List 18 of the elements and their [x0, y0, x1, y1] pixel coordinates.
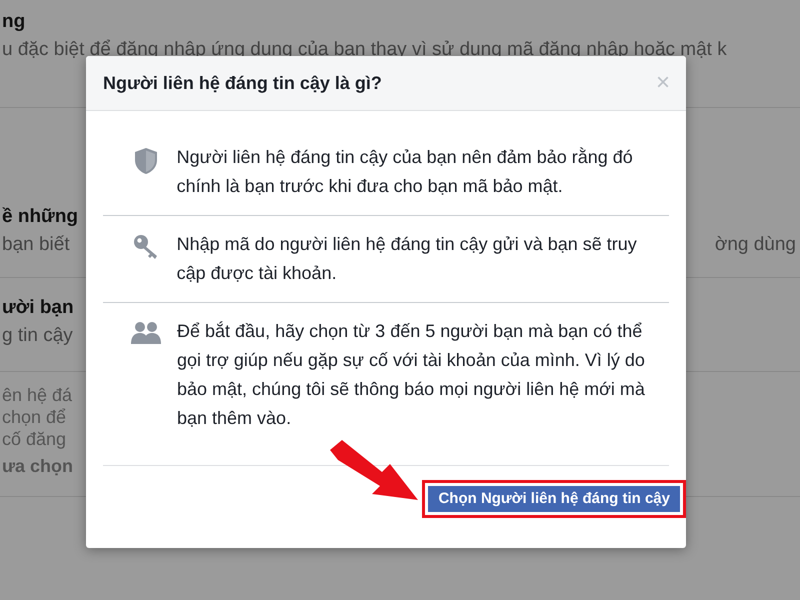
shield-icon	[134, 147, 158, 175]
page-text: ờng dùng	[714, 233, 797, 257]
info-text: Người liên hệ đáng tin cậy của bạn nên đảm bảo rằng đó chính là bạn trước khi đưa cho bạn mã bảo mật.	[176, 146, 634, 198]
dialog-title: Người liên hệ đáng tin cậy là gì?	[103, 72, 382, 95]
page-text: ề những	[2, 205, 78, 229]
page-text: bạn biết	[2, 233, 70, 257]
info-text: Để bắt đầu, hãy chọn từ 3 đến 5 người bạn mà bạn có thể gọi trợ giúp nếu gặp sự cố với tài khoản của mình. Vì lý do bảo mật, chúng tôi sẽ thông báo mọi người liên hệ mới mà bạn thêm vào.	[177, 320, 646, 430]
info-text: Nhập mã do người liên hệ đáng tin cậy gửi và bạn sẽ truy cập được tài khoản.	[176, 233, 638, 285]
key-icon	[132, 234, 159, 260]
people-icon	[131, 321, 161, 345]
page-text: ưa chọn	[2, 455, 74, 478]
choose-contacts-button[interactable]: Chọn Người liên hệ đáng tin cậy	[428, 486, 680, 512]
page-text: g tin cậy	[2, 324, 73, 348]
page-text: ên hệ đá	[2, 384, 72, 406]
page-text: cố đăng	[2, 428, 66, 450]
page-text: chọn để	[2, 406, 66, 428]
page-text: ng	[2, 10, 26, 34]
page-text: ười bạn	[2, 296, 74, 320]
